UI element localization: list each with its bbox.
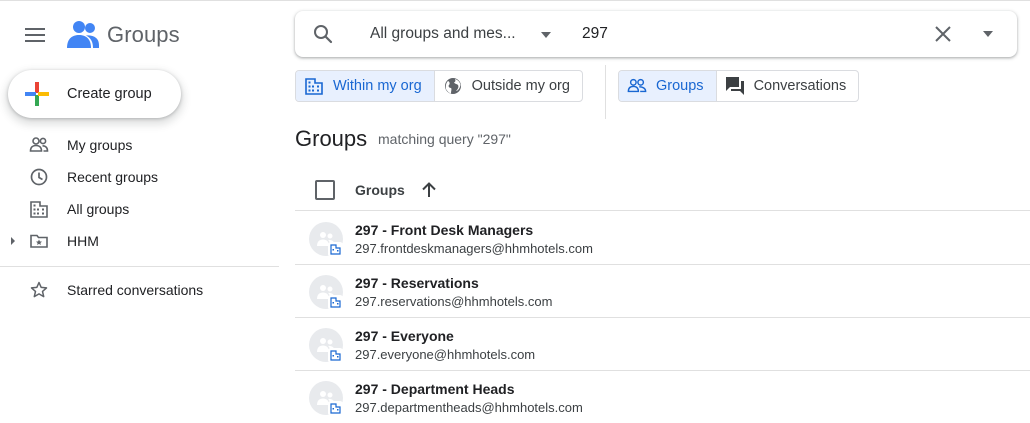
filter-within-my-org[interactable]: Within my org xyxy=(296,71,434,101)
filter-label: Groups xyxy=(656,78,704,94)
page-title: Groups xyxy=(295,126,368,151)
sidebar-item-label: My groups xyxy=(67,137,133,153)
group-email: 297.frontdeskmanagers@hhmhotels.com xyxy=(355,241,593,256)
sidebar-item-recent-groups[interactable]: Recent groups xyxy=(0,161,280,193)
sidebar-item-all-groups[interactable]: All groups xyxy=(0,193,280,225)
filter-label: Conversations xyxy=(753,78,847,94)
sidebar-item-hhm[interactable]: HHM xyxy=(0,225,280,257)
main-menu-button[interactable] xyxy=(20,20,50,50)
org-filter: Within my org Outside my org xyxy=(295,70,583,102)
search-options-icon[interactable] xyxy=(983,31,993,37)
search-scope-dropdown[interactable]: All groups and mes... xyxy=(370,25,516,43)
org-badge-icon xyxy=(328,348,343,363)
sidebar-item-starred-conversations[interactable]: Starred conversations xyxy=(0,274,280,306)
table-row[interactable]: 297 - Front Desk Managers 297.frontdeskm… xyxy=(295,212,1030,265)
type-filter: Groups Conversations xyxy=(618,70,860,102)
table-row[interactable]: 297 - Everyone 297.everyone@hhmhotels.co… xyxy=(295,318,1030,371)
app-title: Groups xyxy=(107,22,180,47)
filter-groups[interactable]: Groups xyxy=(619,71,716,101)
people-outline-icon xyxy=(29,137,49,152)
chevron-down-icon[interactable] xyxy=(541,32,551,38)
filter-conversations[interactable]: Conversations xyxy=(715,71,859,101)
group-name[interactable]: 297 - Department Heads xyxy=(355,381,515,397)
table-header: Groups xyxy=(295,170,1030,211)
forum-icon xyxy=(725,76,745,96)
top-divider xyxy=(0,0,1030,1)
group-email: 297.everyone@hhmhotels.com xyxy=(355,347,536,362)
table-row[interactable]: 297 - Reservations 297.reservations@hhmh… xyxy=(295,265,1030,318)
group-email: 297.reservations@hhmhotels.com xyxy=(355,294,553,309)
select-all-checkbox[interactable] xyxy=(315,180,335,200)
sidebar-item-label: HHM xyxy=(67,233,99,249)
filter-separator xyxy=(605,65,606,119)
sidebar-item-my-groups[interactable]: My groups xyxy=(0,129,280,161)
building-icon xyxy=(304,76,324,96)
create-group-label: Create group xyxy=(67,86,152,102)
search-input[interactable] xyxy=(582,22,912,46)
globe-icon xyxy=(443,76,463,96)
column-header-groups[interactable]: Groups xyxy=(355,182,405,198)
expand-arrow-icon[interactable] xyxy=(9,236,17,246)
groups-logo-icon[interactable] xyxy=(66,18,100,52)
search-bar: All groups and mes... xyxy=(295,11,1017,57)
sidebar-item-label: Starred conversations xyxy=(67,282,204,298)
folder-star-icon xyxy=(30,234,48,248)
group-email: 297.departmentheads@hhmhotels.com xyxy=(355,400,583,415)
clock-icon xyxy=(30,168,48,186)
building-icon xyxy=(30,201,48,218)
filter-outside-my-org[interactable]: Outside my org xyxy=(433,71,582,101)
sidebar-item-label: Recent groups xyxy=(67,169,159,185)
org-badge-icon xyxy=(328,401,343,416)
create-group-button[interactable]: Create group xyxy=(8,70,181,118)
group-name[interactable]: 297 - Front Desk Managers xyxy=(355,222,533,238)
arrow-up-icon[interactable] xyxy=(419,180,439,200)
sidebar-divider xyxy=(0,266,279,267)
star-outline-icon xyxy=(30,281,48,298)
query-description: matching query "297" xyxy=(378,131,511,147)
close-icon[interactable] xyxy=(933,24,953,44)
group-name[interactable]: 297 - Everyone xyxy=(355,328,454,344)
filter-label: Outside my org xyxy=(471,78,570,94)
people-outline-icon xyxy=(627,76,647,96)
group-name[interactable]: 297 - Reservations xyxy=(355,275,479,291)
org-badge-icon xyxy=(328,242,343,257)
org-badge-icon xyxy=(328,295,343,310)
sidebar-item-label: All groups xyxy=(67,201,130,217)
table-row[interactable]: 297 - Department Heads 297.departmenthea… xyxy=(295,371,1030,423)
search-icon[interactable] xyxy=(312,23,334,45)
hamburger-icon xyxy=(25,28,45,42)
colorful-plus-icon xyxy=(25,82,49,106)
filter-label: Within my org xyxy=(333,78,422,94)
